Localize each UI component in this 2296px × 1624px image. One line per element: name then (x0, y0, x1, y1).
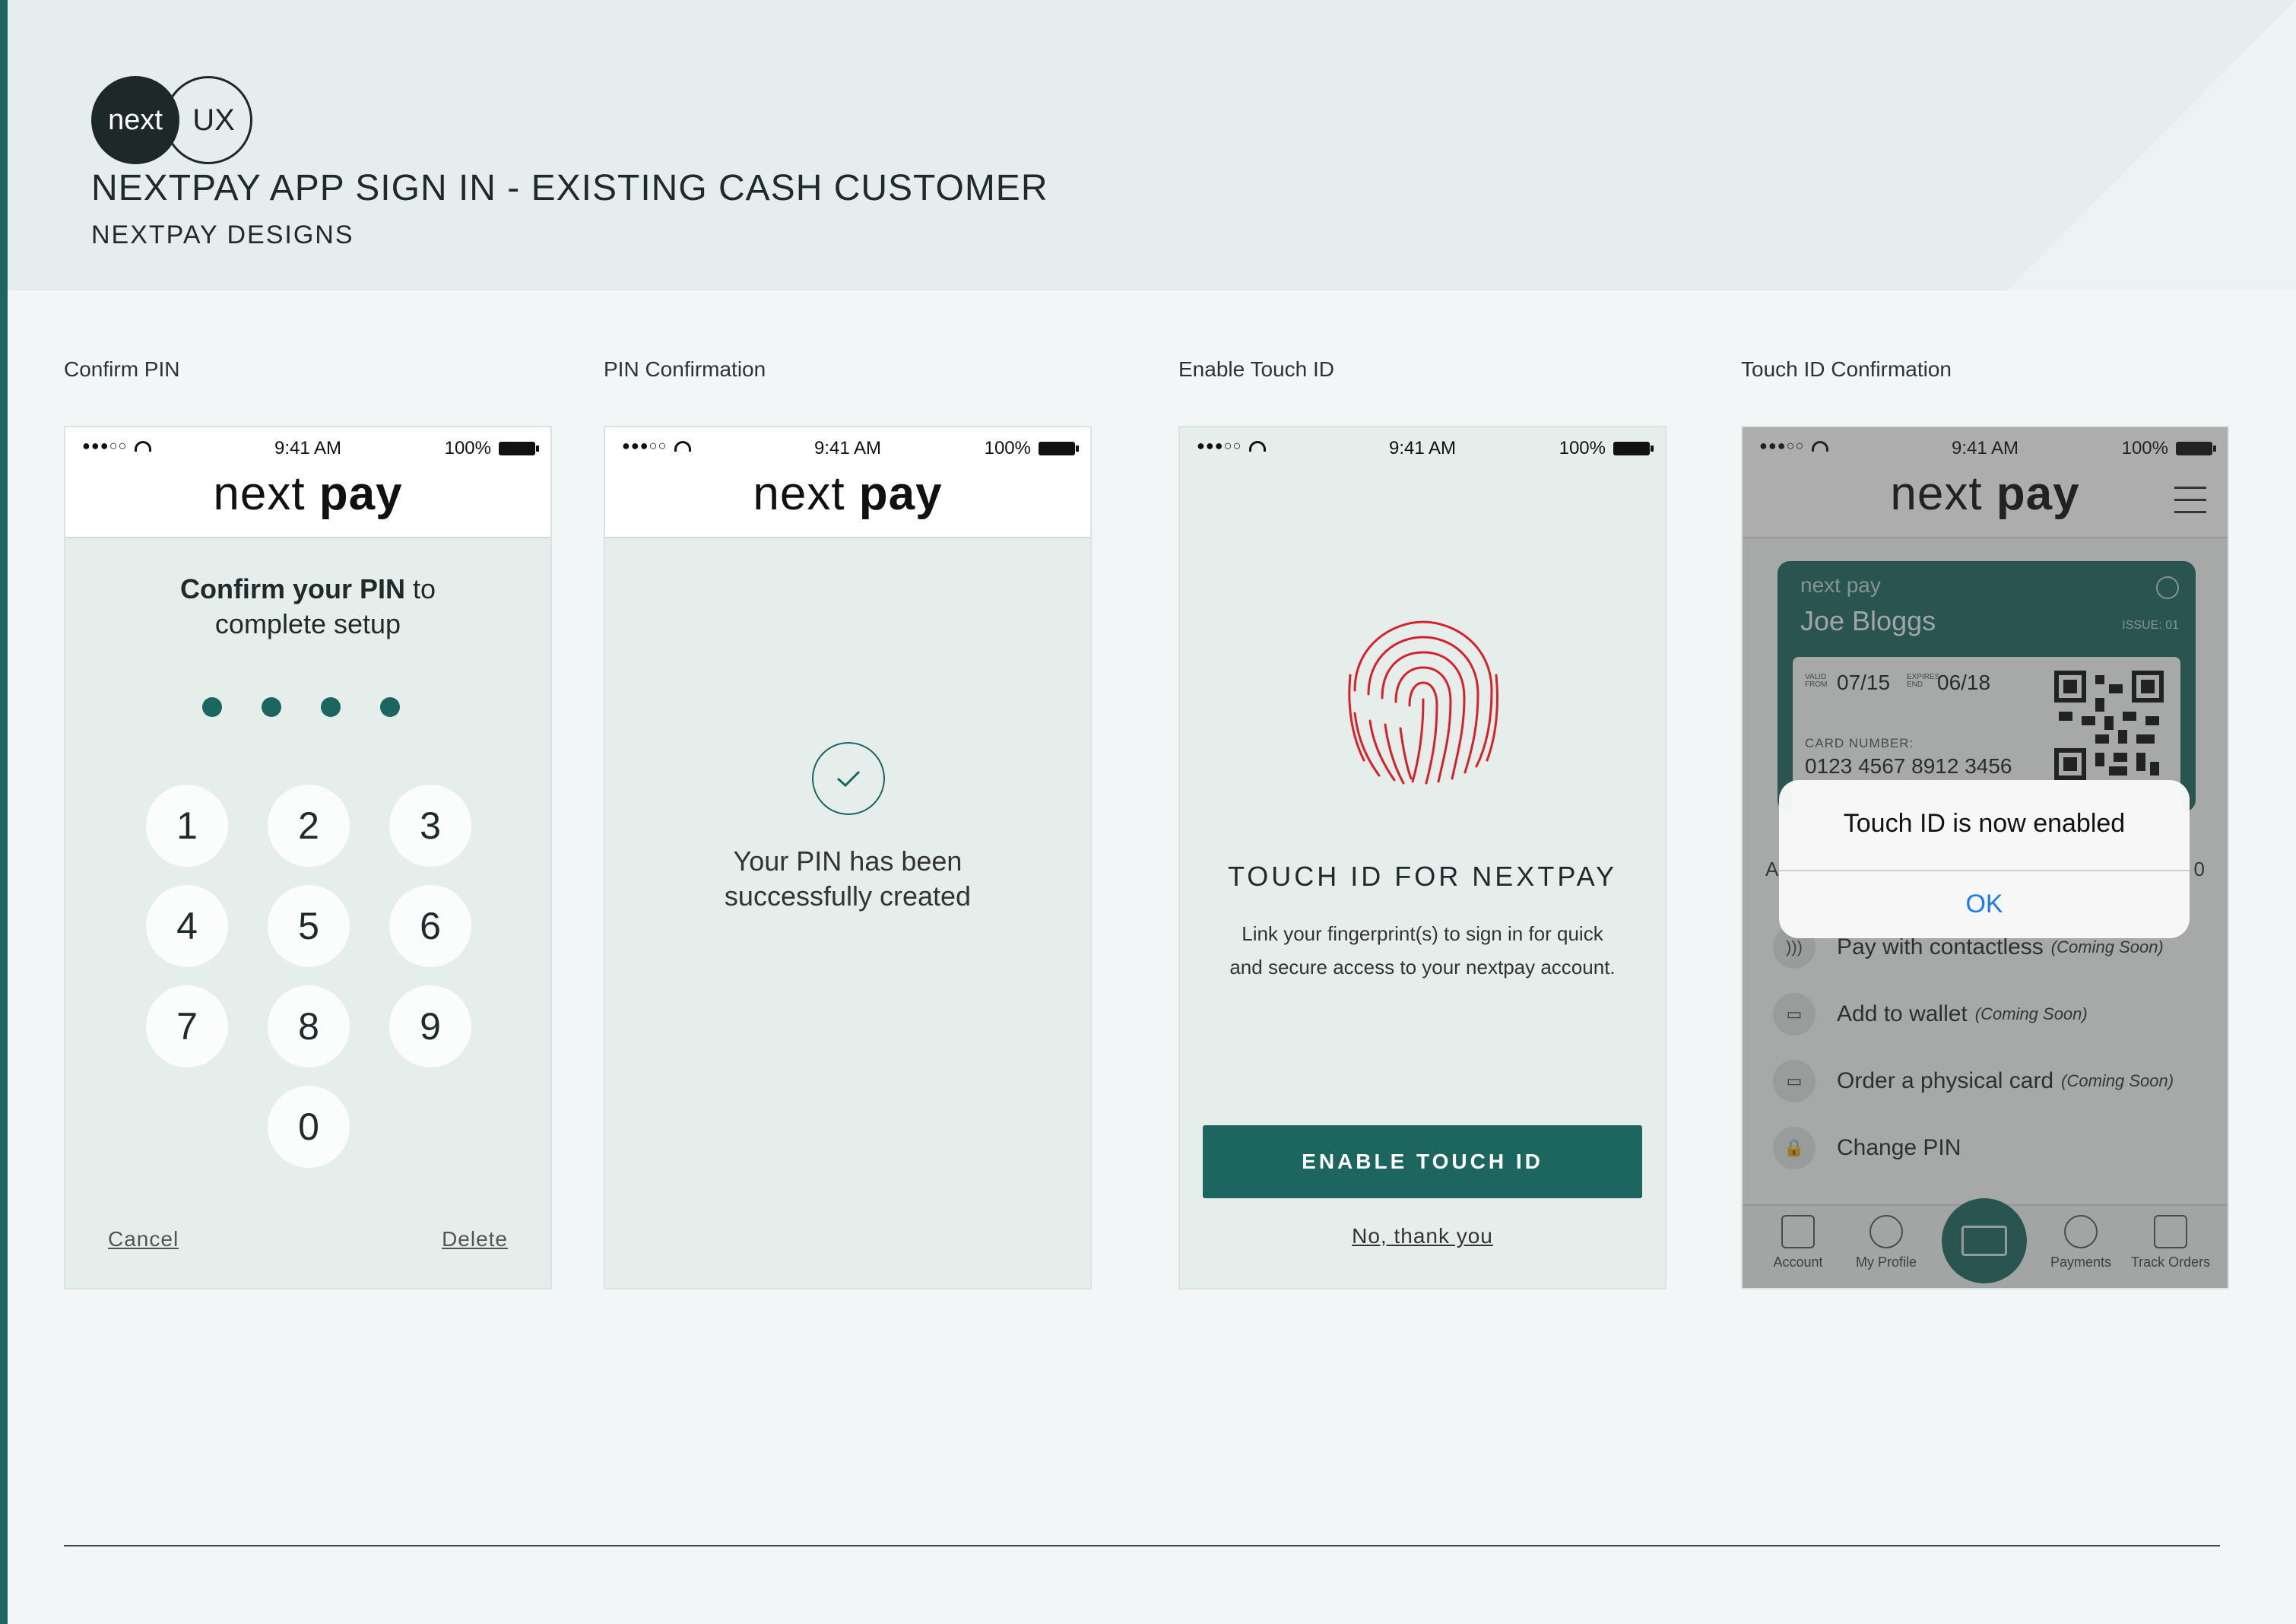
key-9[interactable]: 9 (389, 985, 471, 1067)
pin-heading: Confirm your PIN to complete setup (179, 573, 436, 639)
battery-icon (499, 442, 539, 455)
key-1[interactable]: 1 (146, 785, 228, 867)
status-bar: ●●●○○ 9:41 AM 100% (605, 427, 1090, 465)
alert-ok-button[interactable]: OK (1779, 870, 2190, 938)
check-icon (812, 742, 885, 815)
enable-touch-id-button[interactable]: ENABLE TOUCH ID (1203, 1125, 1642, 1198)
success-message: Your PIN has been successfully created (724, 845, 972, 912)
app-header: ●●●○○ 9:41 AM 100% next pay (605, 427, 1090, 538)
page-title: NEXTPAY APP SIGN IN - EXISTING CASH CUST… (91, 168, 1048, 208)
nextpay-logo: next pay (753, 468, 943, 520)
cancel-link[interactable]: Cancel (108, 1227, 179, 1251)
key-4[interactable]: 4 (146, 885, 228, 967)
touch-id-alert: Touch ID is now enabled OK (1779, 780, 2190, 938)
battery-icon (1613, 442, 1654, 455)
battery-icon (1039, 442, 1079, 455)
pin-dot (321, 697, 341, 717)
no-thank-you-link[interactable]: No, thank you (1180, 1224, 1665, 1248)
screen-label-enable-touch-id: Enable Touch ID (1178, 357, 1334, 381)
page-header: UX next NEXTPAY APP SIGN IN - EXISTING C… (8, 0, 2296, 290)
footer-divider (64, 1545, 2220, 1546)
left-accent-bar (0, 0, 8, 1624)
phone-enable-touch-id: ●●●○○ 9:41 AM 100% TOUCH ID FOR NEXTPAY … (1178, 426, 1667, 1289)
key-0[interactable]: 0 (268, 1086, 350, 1168)
phone-pin-confirmation: ●●●○○ 9:41 AM 100% next pay Your PIN has… (604, 426, 1092, 1289)
touch-id-title: TOUCH ID FOR NEXTPAY (1227, 861, 1618, 892)
pin-dot (262, 697, 281, 717)
key-2[interactable]: 2 (268, 785, 350, 867)
alert-message: Touch ID is now enabled (1843, 809, 2126, 838)
pin-dot (380, 697, 400, 717)
pin-dot (202, 697, 222, 717)
screen-label-pin-confirmation: PIN Confirmation (604, 357, 766, 381)
key-8[interactable]: 8 (268, 985, 350, 1067)
phone-confirm-pin: ●●●○○ 9:41 AM 100% next pay Confirm your… (64, 426, 552, 1289)
screen-label-touch-id-confirmation: Touch ID Confirmation (1741, 357, 1952, 381)
key-3[interactable]: 3 (389, 785, 471, 867)
app-header: ●●●○○ 9:41 AM 100% next pay (65, 427, 550, 538)
status-bar: ●●●○○ 9:41 AM 100% (65, 427, 550, 465)
key-7[interactable]: 7 (146, 985, 228, 1067)
fingerprint-icon (1348, 620, 1498, 785)
pin-dots (202, 697, 400, 717)
battery-percent: 100% (444, 438, 491, 458)
battery-percent: 100% (1559, 438, 1606, 458)
screen-label-confirm-pin: Confirm PIN (64, 357, 180, 381)
phone-touch-id-confirmation: ●●●○○ 9:41 AM 100% next pay next pay Joe… (1741, 426, 2229, 1289)
nextpay-logo: next pay (213, 468, 403, 520)
battery-percent: 100% (984, 438, 1031, 458)
key-6[interactable]: 6 (389, 885, 471, 967)
logo-next-circle: next (91, 76, 179, 164)
key-5[interactable]: 5 (268, 885, 350, 967)
status-bar: ●●●○○ 9:41 AM 100% (1180, 427, 1665, 465)
page-subtitle: NEXTPAY DESIGNS (91, 220, 354, 249)
header-decoration (2007, 0, 2296, 290)
touch-id-description: Link your fingerprint(s) to sign in for … (1229, 922, 1616, 979)
nextux-logo: UX next (91, 76, 258, 164)
delete-link[interactable]: Delete (442, 1227, 508, 1251)
